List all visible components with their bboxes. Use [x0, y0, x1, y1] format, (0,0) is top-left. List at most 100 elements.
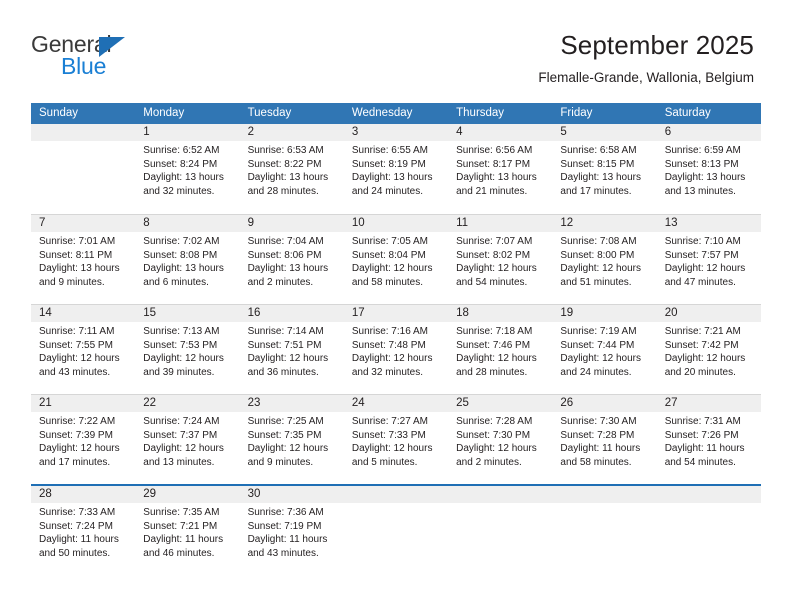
calendar-day-cell[interactable]: 11 Sunrise: 7:07 AM Sunset: 8:02 PM Dayligh…	[448, 215, 553, 304]
day-details: Sunrise: 7:05 AM Sunset: 8:04 PM Daylight:…	[344, 232, 448, 289]
calendar-day-cell[interactable]: 18 Sunrise: 7:18 AM Sunset: 7:46 PM Dayligh…	[448, 305, 553, 394]
day-number: 5	[560, 126, 567, 138]
calendar-day-cell[interactable]: 19 Sunrise: 7:19 AM Sunset: 7:44 PM Dayligh…	[552, 305, 657, 394]
calendar-day-cell[interactable]: 5 Sunrise: 6:58 AM Sunset: 8:15 PM Daylight…	[552, 124, 657, 214]
day-details: Sunrise: 7:13 AM Sunset: 7:53 PM Daylight:…	[135, 322, 239, 379]
sunset-text: Sunset: 8:22 PM	[247, 158, 322, 170]
calendar-week-row: 1 Sunrise: 6:52 AM Sunset: 8:24 PM Daylight…	[31, 124, 761, 214]
sunset-text: Sunset: 7:48 PM	[351, 339, 426, 351]
calendar-page: General Blue September 2025 Flemalle-Gra…	[0, 0, 792, 612]
sunrise-text: Sunrise: 7:13 AM	[143, 326, 220, 337]
calendar-day-cell[interactable]: 2 Sunrise: 6:53 AM Sunset: 8:22 PM Daylight…	[239, 124, 344, 214]
day-number: 24	[351, 397, 365, 409]
calendar-day-cell[interactable]: 13 Sunrise: 7:10 AM Sunset: 7:57 PM Dayligh…	[656, 215, 761, 304]
calendar-day-cell[interactable]: 10 Sunrise: 7:05 AM Sunset: 8:04 PM Dayligh…	[343, 215, 449, 304]
weekday-thursday: Thursday	[456, 107, 505, 119]
calendar-day-cell[interactable]: 23 Sunrise: 7:25 AM Sunset: 7:35 PM Dayligh…	[239, 395, 344, 484]
sunset-text: Sunset: 8:24 PM	[143, 158, 218, 170]
day-number: 9	[247, 217, 254, 229]
sunrise-text: Sunrise: 7:27 AM	[351, 416, 428, 427]
daylight-text: Daylight: 12 hours and 5 minutes.	[351, 443, 433, 468]
daylight-text: Daylight: 13 hours and 9 minutes.	[39, 263, 120, 288]
calendar-week-row: 28 Sunrise: 7:33 AM Sunset: 7:24 PM Dayligh…	[31, 484, 761, 574]
calendar-day-cell[interactable]: 16 Sunrise: 7:14 AM Sunset: 7:51 PM Dayligh…	[239, 305, 344, 394]
calendar-day-cell[interactable]: 6 Sunrise: 6:59 AM Sunset: 8:13 PM Daylight…	[656, 124, 761, 214]
calendar-day-cell[interactable]: 27 Sunrise: 7:31 AM Sunset: 7:26 PM Dayligh…	[656, 395, 761, 484]
day-details: Sunrise: 7:27 AM Sunset: 7:33 PM Daylight:…	[344, 412, 448, 469]
daylight-text: Daylight: 11 hours and 54 minutes.	[664, 443, 745, 468]
sunrise-text: Sunrise: 7:01 AM	[39, 236, 116, 247]
day-details: Sunrise: 7:30 AM Sunset: 7:28 PM Daylight:…	[552, 412, 656, 469]
calendar-day-cell[interactable]: 20 Sunrise: 7:21 AM Sunset: 7:42 PM Dayligh…	[656, 305, 761, 394]
sunrise-text: Sunrise: 7:30 AM	[560, 416, 637, 427]
sunset-text: Sunset: 8:00 PM	[560, 249, 635, 261]
calendar-day-cell[interactable]: 29 Sunrise: 7:35 AM Sunset: 7:21 PM Dayligh…	[135, 486, 240, 574]
sunrise-text: Sunrise: 7:19 AM	[560, 326, 637, 337]
title-block: September 2025 Flemalle-Grande, Wallonia…	[538, 30, 754, 85]
calendar-week-cells: 14 Sunrise: 7:11 AM Sunset: 7:55 PM Dayligh…	[31, 305, 761, 394]
sunset-text: Sunset: 7:55 PM	[39, 339, 113, 351]
day-details: Sunrise: 7:04 AM Sunset: 8:06 PM Daylight:…	[240, 232, 344, 289]
calendar-day-cell[interactable]: 15 Sunrise: 7:13 AM Sunset: 7:53 PM Dayligh…	[135, 305, 240, 394]
sunset-text: Sunset: 8:17 PM	[456, 158, 531, 170]
day-number	[344, 486, 448, 503]
calendar-week-row: 7 Sunrise: 7:01 AM Sunset: 8:11 PM Daylight…	[31, 214, 761, 304]
day-number: 21	[39, 397, 52, 409]
calendar-day-cell[interactable]: 7 Sunrise: 7:01 AM Sunset: 8:11 PM Daylight…	[31, 215, 136, 304]
sunset-text: Sunset: 7:44 PM	[560, 339, 635, 351]
day-number: 27	[664, 397, 678, 409]
sunrise-text: Sunrise: 7:25 AM	[247, 416, 324, 427]
day-details: Sunrise: 7:16 AM Sunset: 7:48 PM Daylight:…	[344, 322, 448, 379]
calendar-empty-cell	[343, 486, 449, 574]
calendar-week-row: 21 Sunrise: 7:22 AM Sunset: 7:39 PM Dayligh…	[31, 394, 761, 484]
daylight-text: Daylight: 13 hours and 24 minutes.	[351, 172, 433, 197]
day-number: 15	[143, 307, 157, 319]
sunset-text: Sunset: 8:13 PM	[664, 158, 739, 170]
daylight-text: Daylight: 12 hours and 2 minutes.	[456, 443, 537, 468]
calendar-week-cells: 28 Sunrise: 7:33 AM Sunset: 7:24 PM Dayligh…	[31, 486, 761, 574]
sunset-text: Sunset: 8:06 PM	[247, 249, 322, 261]
calendar-week-cells: 21 Sunrise: 7:22 AM Sunset: 7:39 PM Dayligh…	[31, 395, 761, 484]
sunrise-text: Sunrise: 7:08 AM	[560, 236, 637, 247]
sunset-text: Sunset: 7:26 PM	[664, 429, 739, 441]
calendar-day-cell[interactable]: 12 Sunrise: 7:08 AM Sunset: 8:00 PM Dayligh…	[552, 215, 657, 304]
day-details: Sunrise: 7:22 AM Sunset: 7:39 PM Daylight:…	[31, 412, 135, 469]
daylight-text: Daylight: 12 hours and 24 minutes.	[560, 353, 642, 378]
daylight-text: Daylight: 12 hours and 39 minutes.	[143, 353, 224, 378]
calendar-day-cell[interactable]: 14 Sunrise: 7:11 AM Sunset: 7:55 PM Dayligh…	[31, 305, 136, 394]
sunrise-text: Sunrise: 7:22 AM	[39, 416, 116, 427]
sunrise-text: Sunrise: 6:53 AM	[247, 145, 324, 156]
generalblue-logo[interactable]: General Blue	[31, 33, 231, 81]
calendar-day-cell[interactable]: 24 Sunrise: 7:27 AM Sunset: 7:33 PM Dayligh…	[343, 395, 449, 484]
calendar-day-cell[interactable]: 21 Sunrise: 7:22 AM Sunset: 7:39 PM Dayligh…	[31, 395, 136, 484]
sunrise-text: Sunrise: 6:52 AM	[143, 145, 220, 156]
calendar-day-cell[interactable]: 30 Sunrise: 7:36 AM Sunset: 7:19 PM Dayligh…	[239, 486, 344, 574]
sunrise-text: Sunrise: 7:14 AM	[247, 326, 324, 337]
daylight-text: Daylight: 11 hours and 46 minutes.	[143, 534, 224, 559]
calendar-day-cell[interactable]: 26 Sunrise: 7:30 AM Sunset: 7:28 PM Dayligh…	[552, 395, 657, 484]
calendar-day-cell[interactable]: 3 Sunrise: 6:55 AM Sunset: 8:19 PM Daylight…	[343, 124, 449, 214]
day-number: 11	[456, 217, 469, 229]
calendar-day-cell[interactable]: 1 Sunrise: 6:52 AM Sunset: 8:24 PM Daylight…	[135, 124, 240, 214]
day-details: Sunrise: 7:21 AM Sunset: 7:42 PM Daylight:…	[657, 322, 761, 379]
daylight-text: Daylight: 12 hours and 20 minutes.	[664, 353, 746, 378]
calendar-day-cell[interactable]: 4 Sunrise: 6:56 AM Sunset: 8:17 PM Daylight…	[448, 124, 553, 214]
sunrise-text: Sunrise: 7:35 AM	[143, 507, 220, 518]
calendar-day-cell[interactable]: 9 Sunrise: 7:04 AM Sunset: 8:06 PM Daylight…	[239, 215, 344, 304]
calendar-day-cell[interactable]: 25 Sunrise: 7:28 AM Sunset: 7:30 PM Dayligh…	[448, 395, 553, 484]
weekday-tuesday: Tuesday	[247, 107, 292, 119]
day-number	[448, 486, 552, 503]
day-details: Sunrise: 6:58 AM Sunset: 8:15 PM Daylight:…	[552, 141, 656, 198]
calendar-day-cell[interactable]: 8 Sunrise: 7:02 AM Sunset: 8:08 PM Daylight…	[135, 215, 240, 304]
day-number: 3	[351, 126, 359, 138]
calendar-day-cell[interactable]: 22 Sunrise: 7:24 AM Sunset: 7:37 PM Dayligh…	[135, 395, 240, 484]
day-number: 14	[39, 307, 52, 319]
daylight-text: Daylight: 12 hours and 17 minutes.	[39, 443, 120, 468]
sunrise-text: Sunrise: 7:07 AM	[456, 236, 533, 247]
sunset-text: Sunset: 7:37 PM	[143, 429, 218, 441]
calendar-day-cell[interactable]: 28 Sunrise: 7:33 AM Sunset: 7:24 PM Dayligh…	[31, 486, 136, 574]
daylight-text: Daylight: 12 hours and 36 minutes.	[247, 353, 329, 378]
sunset-text: Sunset: 7:57 PM	[664, 249, 739, 261]
daylight-text: Daylight: 12 hours and 51 minutes.	[560, 263, 642, 288]
calendar-day-cell[interactable]: 17 Sunrise: 7:16 AM Sunset: 7:48 PM Dayligh…	[343, 305, 449, 394]
